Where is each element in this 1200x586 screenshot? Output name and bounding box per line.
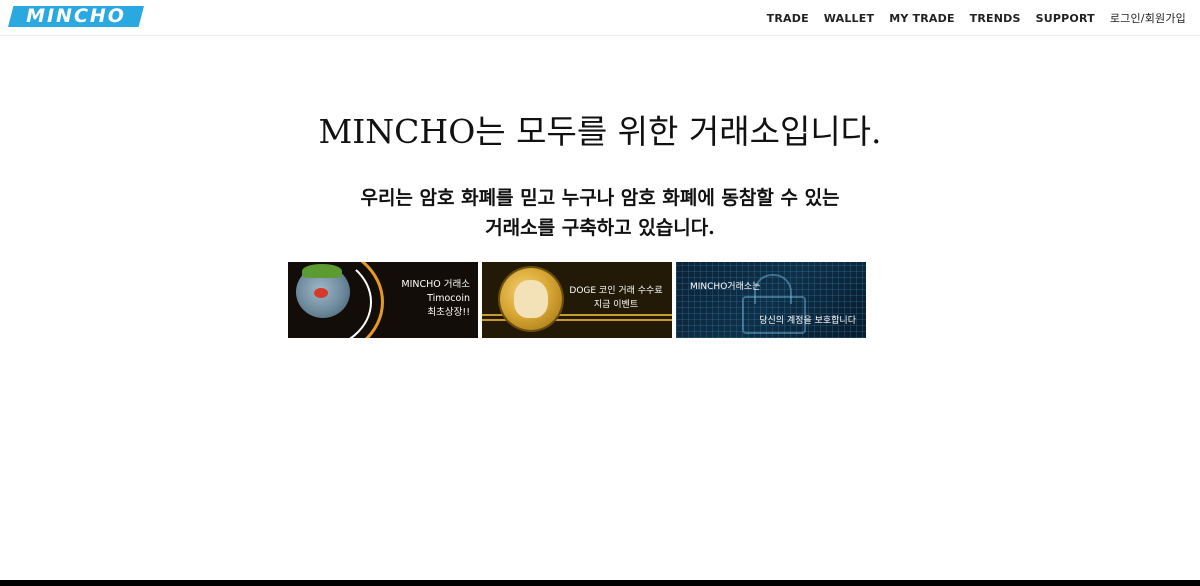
banner-row: MINCHO 거래소 Timocoin 최초상장!! DOGE 코인 거래 수수… [288,262,866,338]
banner-line: 최초상장!! [427,307,470,318]
nav-login-signup[interactable]: 로그인/회원가입 [1110,10,1186,26]
logo-text: MINCHO [26,5,126,27]
banner-line: Timocoin [427,293,470,304]
nav-wallet[interactable]: WALLET [824,12,874,25]
nav-trade[interactable]: TRADE [767,12,809,25]
mascot-face-decoration [314,288,328,298]
header: MINCHO TRADE WALLET MY TRADE TRENDS SUPP… [0,0,1200,36]
banner-doge-event[interactable]: DOGE 코인 거래 수수료 지금 이벤트 [482,262,672,338]
banner-line: 지금 이벤트 [593,300,639,310]
nav-my-trade[interactable]: MY TRADE [889,12,954,25]
hero-subtitle-line-2: 거래소를 구축하고 있습니다. [485,217,715,239]
hero-title: MINCHO는 모두를 위한 거래소입니다. [318,112,882,151]
banner-line: MINCHO 거래소 [401,279,470,290]
doge-coin-icon [500,268,562,330]
banner-text: DOGE 코인 거래 수수료 지금 이벤트 [568,284,664,312]
hero-subtitle-line-1: 우리는 암호 화폐를 믿고 누구나 암호 화폐에 동참할 수 있는 [360,187,840,209]
hero-subtitle: 우리는 암호 화폐를 믿고 누구나 암호 화폐에 동참할 수 있는 거래소를 구… [0,183,1200,243]
banner-line: DOGE 코인 거래 수수료 [569,286,663,296]
logo[interactable]: MINCHO [8,6,144,27]
nav-support[interactable]: SUPPORT [1036,12,1095,25]
banner-line: MINCHO거래소는 [690,282,761,292]
banner-text: MINCHO 거래소 Timocoin 최초상장!! [401,278,470,320]
main-nav: TRADE WALLET MY TRADE TRENDS SUPPORT 로그인… [767,0,1186,36]
banner-line: 당신의 계정을 보호합니다 [759,316,856,326]
banner-account-security[interactable]: MINCHO거래소는 당신의 계정을 보호합니다 [676,262,866,338]
nav-trends[interactable]: TRENDS [970,12,1021,25]
footer-bar [0,580,1200,586]
banner-timocoin-listing[interactable]: MINCHO 거래소 Timocoin 최초상장!! [288,262,478,338]
doge-dog-image [514,280,548,318]
mascot-hat-decoration [302,264,342,278]
